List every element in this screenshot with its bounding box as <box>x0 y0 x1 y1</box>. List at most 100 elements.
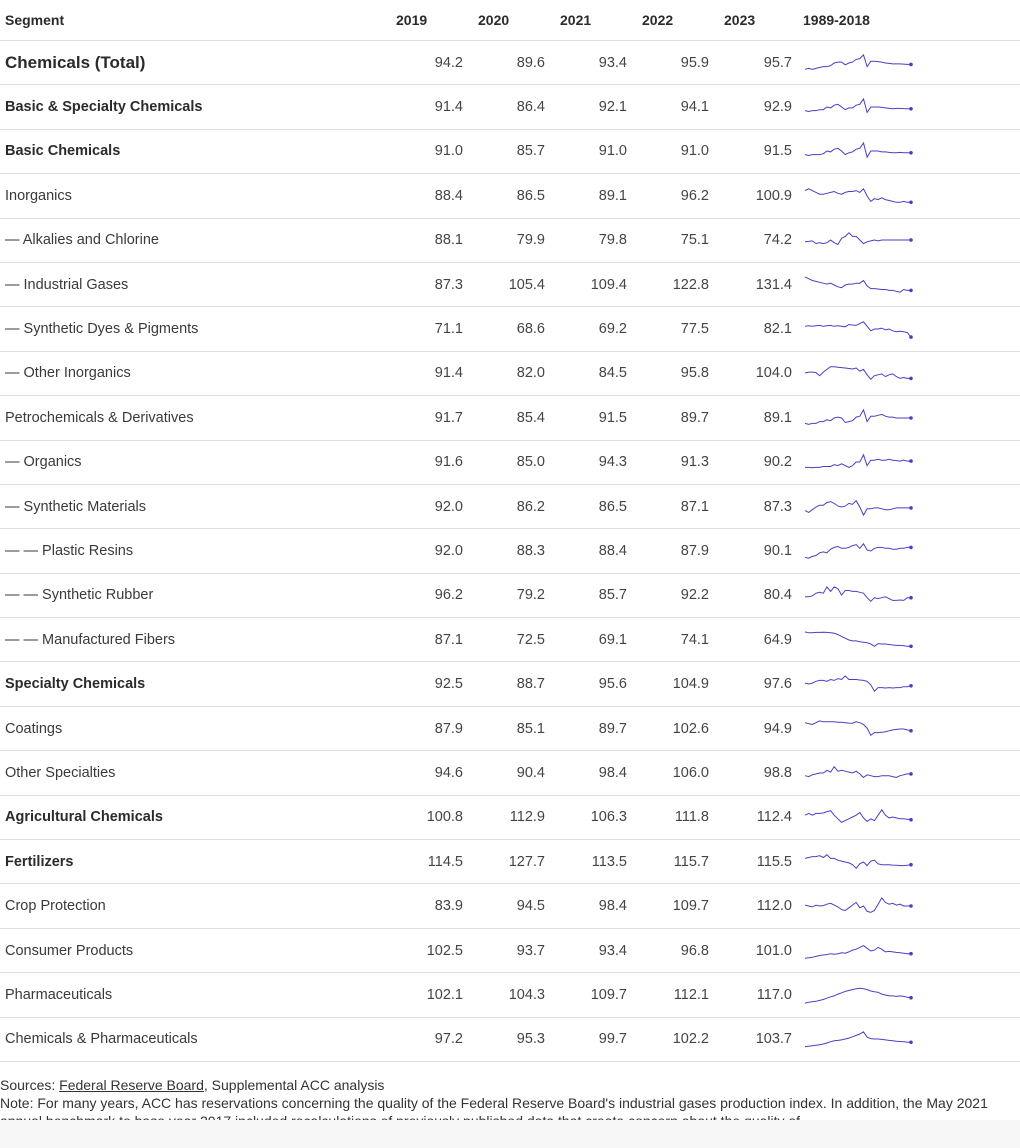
sparkline-end-point <box>909 151 913 156</box>
value-2019: 102.5 <box>388 928 470 974</box>
sparkline-line <box>804 809 912 824</box>
sparkline-line <box>804 542 911 559</box>
sparkline-cell <box>799 262 1020 308</box>
value-2020: 86.5 <box>470 173 552 219</box>
sparkline-end-point <box>909 288 913 292</box>
sparkline <box>805 453 913 469</box>
value-2023: 100.9 <box>716 173 799 219</box>
sparkline <box>804 944 913 959</box>
sparkline-line <box>804 719 912 736</box>
sparkline-line <box>804 765 911 779</box>
segment-name: Chemicals (Total) <box>0 40 388 86</box>
sparkline-end-point <box>909 818 913 822</box>
sparkline-cell <box>799 306 1020 352</box>
sparkline-line <box>804 499 911 516</box>
value-2020: 85.1 <box>470 706 552 752</box>
value-2019: 92.0 <box>388 528 470 574</box>
sparkline-cell <box>799 173 1020 219</box>
value-2021: 91.5 <box>552 395 634 441</box>
sparkline-line <box>804 675 912 693</box>
sparkline-cell <box>799 573 1020 619</box>
column-header-2019[interactable]: 2019 <box>388 0 470 41</box>
value-2021: 93.4 <box>552 928 634 974</box>
sparkline-cell <box>799 40 1020 86</box>
column-header-2020[interactable]: 2020 <box>470 0 552 41</box>
sparkline-end-point <box>909 951 913 955</box>
column-header-2023[interactable]: 2023 <box>716 0 799 41</box>
value-2021: 69.2 <box>552 306 634 352</box>
segment-name: — Synthetic Dyes & Pigments <box>0 306 388 352</box>
value-2022: 111.8 <box>634 795 716 841</box>
sparkline-cell <box>799 528 1020 574</box>
value-2022: 77.5 <box>634 306 716 352</box>
value-2022: 96.8 <box>634 928 716 974</box>
value-2019: 88.4 <box>388 173 470 219</box>
value-2019: 100.8 <box>388 795 470 841</box>
value-2022: 92.2 <box>634 573 716 619</box>
value-2021: 98.4 <box>552 750 634 796</box>
value-2019: 91.7 <box>388 395 470 441</box>
value-2021: 109.4 <box>552 262 634 308</box>
table-row: — — Synthetic Rubber 96.2 79.2 85.7 92.2 80.4 <box>0 573 1020 619</box>
sparkline-end-point <box>909 416 913 420</box>
table-row: Pharmaceuticals 102.1 104.3 109.7 112.1 117.0 <box>0 972 1020 1018</box>
federal-reserve-link[interactable]: Federal Reserve Board <box>59 1077 204 1093</box>
value-2020: 82.0 <box>470 351 552 397</box>
segment-name: Fertilizers <box>0 839 388 885</box>
sparkline-line <box>804 366 911 381</box>
sparkline <box>804 276 913 293</box>
value-2019: 96.2 <box>388 573 470 619</box>
value-2019: 91.0 <box>388 129 470 175</box>
table-row: Chemicals (Total) 94.2 89.6 93.4 95.9 95.7 <box>0 40 1020 86</box>
value-2023: 98.8 <box>716 750 799 796</box>
column-header-1989-2018[interactable]: 1989-2018 <box>799 0 1020 41</box>
value-2023: 131.4 <box>716 262 799 308</box>
value-2020: 104.3 <box>470 972 552 1018</box>
value-2022: 95.9 <box>634 40 716 86</box>
value-2021: 79.8 <box>552 218 634 263</box>
sparkline-line <box>804 987 912 1004</box>
sparkline-end-point <box>909 772 913 776</box>
segment-name: Consumer Products <box>0 928 388 974</box>
segment-name: Inorganics <box>0 173 388 219</box>
value-2020: 68.6 <box>470 306 552 352</box>
value-2020: 127.7 <box>470 839 552 885</box>
column-header-2022[interactable]: 2022 <box>634 0 716 41</box>
value-2020: 72.5 <box>470 617 552 663</box>
value-2021: 94.3 <box>552 440 634 485</box>
value-2019: 97.2 <box>388 1017 470 1062</box>
value-2021: 91.0 <box>552 129 634 175</box>
value-2022: 87.9 <box>634 528 716 574</box>
sparkline-cell <box>799 795 1020 841</box>
table-row: Other Specialties 94.6 90.4 98.4 106.0 98.8 <box>0 750 1020 796</box>
value-2019: 92.0 <box>388 484 470 530</box>
sparkline-end-point <box>909 459 913 464</box>
table-row: Fertilizers 114.5 127.7 113.5 115.7 115.5 <box>0 839 1020 885</box>
value-2022: 91.3 <box>634 440 716 485</box>
sparkline <box>804 232 913 246</box>
sparkline-line <box>804 97 911 114</box>
table-row: Specialty Chemicals 92.5 88.7 95.6 104.9 97.6 <box>0 661 1020 707</box>
table-row: Consumer Products 102.5 93.7 93.4 96.8 101.0 <box>0 928 1020 974</box>
sparkline-line <box>804 853 912 869</box>
column-header-segment[interactable]: Segment <box>0 0 388 41</box>
value-2019: 102.1 <box>388 972 470 1018</box>
table-header-row: Segment 2019 2020 2021 2022 2023 1989-2018 <box>0 0 1020 41</box>
value-2022: 94.1 <box>634 84 716 130</box>
value-2022: 106.0 <box>634 750 716 796</box>
sparkline-cell <box>799 395 1020 441</box>
sparkline-end-point <box>909 644 913 648</box>
value-2020: 85.7 <box>470 129 552 175</box>
column-header-2021[interactable]: 2021 <box>552 0 634 41</box>
sparkline <box>804 987 913 1004</box>
sparkline-line <box>804 944 911 959</box>
sparkline-end-point <box>909 1040 913 1045</box>
value-2019: 87.3 <box>388 262 470 308</box>
table-footer: Sources: Federal Reserve Board, Suppleme… <box>0 1062 1020 1120</box>
value-2022: 109.7 <box>634 883 716 929</box>
value-2022: 102.2 <box>634 1017 716 1062</box>
sparkline-line <box>804 631 911 647</box>
sparkline-cell <box>799 484 1020 530</box>
table-row: — Industrial Gases 87.3 105.4 109.4 122.8 131… <box>0 262 1020 308</box>
table-row: — Alkalies and Chlorine 88.1 79.9 79.8 75.1 7… <box>0 218 1020 263</box>
